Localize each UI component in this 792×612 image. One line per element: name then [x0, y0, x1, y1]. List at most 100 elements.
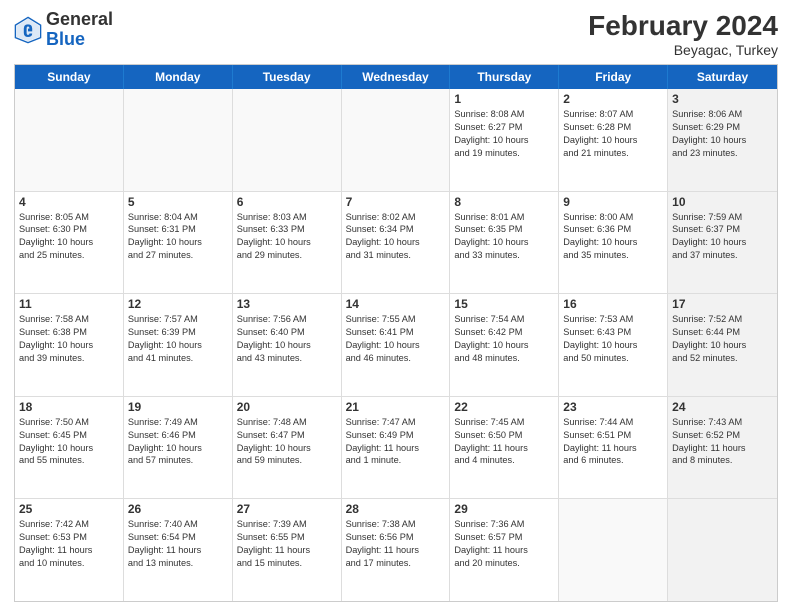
calendar-cell: 18Sunrise: 7:50 AMSunset: 6:45 PMDayligh…	[15, 397, 124, 499]
calendar-header-cell: Tuesday	[233, 65, 342, 89]
day-number: 10	[672, 195, 773, 209]
logo: General Blue	[14, 10, 113, 50]
calendar-cell	[342, 89, 451, 191]
cell-info: Sunrise: 7:59 AMSunset: 6:37 PMDaylight:…	[672, 211, 773, 263]
day-number: 22	[454, 400, 554, 414]
day-number: 20	[237, 400, 337, 414]
day-number: 13	[237, 297, 337, 311]
calendar-cell: 12 Sunrise: 7:57 AMSunset: 6:39 PMDayligh…	[124, 294, 233, 396]
calendar-cell: 26Sunrise: 7:40 AMSunset: 6:54 PMDayligh…	[124, 499, 233, 601]
calendar-header-cell: Saturday	[668, 65, 777, 89]
day-number: 29	[454, 502, 554, 516]
day-number: 9	[563, 195, 663, 209]
calendar-header: SundayMondayTuesdayWednesdayThursdayFrid…	[15, 65, 777, 89]
cell-info: Sunrise: 7:38 AMSunset: 6:56 PMDaylight:…	[346, 518, 446, 570]
calendar-header-cell: Wednesday	[342, 65, 451, 89]
cell-info: Sunrise: 7:45 AMSunset: 6:50 PMDaylight:…	[454, 416, 554, 468]
day-number: 4	[19, 195, 119, 209]
calendar-header-cell: Sunday	[15, 65, 124, 89]
day-number: 14	[346, 297, 446, 311]
logo-text: General Blue	[46, 10, 113, 50]
calendar-cell: 4 Sunrise: 8:05 AMSunset: 6:30 PMDaylight…	[15, 192, 124, 294]
day-number: 11	[19, 297, 119, 311]
calendar-cell: 9 Sunrise: 8:00 AMSunset: 6:36 PMDaylight…	[559, 192, 668, 294]
day-number: 17	[672, 297, 773, 311]
calendar-header-cell: Monday	[124, 65, 233, 89]
calendar-cell: 29 Sunrise: 7:36 AMSunset: 6:57 PMDayligh…	[450, 499, 559, 601]
day-number: 2	[563, 92, 663, 106]
cell-info: Sunrise: 7:43 AMSunset: 6:52 PMDaylight:…	[672, 416, 773, 468]
cell-info: Sunrise: 8:06 AMSunset: 6:29 PMDaylight:…	[672, 108, 773, 160]
page: General Blue February 2024 Beyagac, Turk…	[0, 0, 792, 612]
calendar-cell: 19 Sunrise: 7:49 AMSunset: 6:46 PMDayligh…	[124, 397, 233, 499]
header: General Blue February 2024 Beyagac, Turk…	[14, 10, 778, 58]
cell-info: Sunrise: 8:05 AMSunset: 6:30 PMDaylight:…	[19, 211, 119, 263]
day-number: 18	[19, 400, 119, 414]
calendar-row: 1Sunrise: 8:08 AMSunset: 6:27 PMDaylight…	[15, 89, 777, 192]
day-number: 24	[672, 400, 773, 414]
calendar-cell: 28Sunrise: 7:38 AMSunset: 6:56 PMDayligh…	[342, 499, 451, 601]
cell-info: Sunrise: 7:49 AMSunset: 6:46 PMDaylight:…	[128, 416, 228, 468]
calendar-cell: 21 Sunrise: 7:47 AMSunset: 6:49 PMDayligh…	[342, 397, 451, 499]
cell-info: Sunrise: 7:56 AMSunset: 6:40 PMDaylight:…	[237, 313, 337, 365]
calendar-cell	[668, 499, 777, 601]
cell-info: Sunrise: 7:44 AMSunset: 6:51 PMDaylight:…	[563, 416, 663, 468]
cell-info: Sunrise: 7:39 AMSunset: 6:55 PMDaylight:…	[237, 518, 337, 570]
cell-info: Sunrise: 8:02 AMSunset: 6:34 PMDaylight:…	[346, 211, 446, 263]
calendar-cell: 2 Sunrise: 8:07 AMSunset: 6:28 PMDaylight…	[559, 89, 668, 191]
cell-info: Sunrise: 7:48 AMSunset: 6:47 PMDaylight:…	[237, 416, 337, 468]
calendar-cell: 25 Sunrise: 7:42 AMSunset: 6:53 PMDayligh…	[15, 499, 124, 601]
day-number: 21	[346, 400, 446, 414]
calendar-cell: 14Sunrise: 7:55 AMSunset: 6:41 PMDayligh…	[342, 294, 451, 396]
cell-info: Sunrise: 7:57 AMSunset: 6:39 PMDaylight:…	[128, 313, 228, 365]
day-number: 12	[128, 297, 228, 311]
calendar-body: 1Sunrise: 8:08 AMSunset: 6:27 PMDaylight…	[15, 89, 777, 601]
calendar-row: 11 Sunrise: 7:58 AMSunset: 6:38 PMDayligh…	[15, 294, 777, 397]
location: Beyagac, Turkey	[588, 42, 778, 58]
month-year: February 2024	[588, 10, 778, 42]
cell-info: Sunrise: 8:03 AMSunset: 6:33 PMDaylight:…	[237, 211, 337, 263]
calendar-cell: 13 Sunrise: 7:56 AMSunset: 6:40 PMDayligh…	[233, 294, 342, 396]
day-number: 23	[563, 400, 663, 414]
cell-info: Sunrise: 7:47 AMSunset: 6:49 PMDaylight:…	[346, 416, 446, 468]
cell-info: Sunrise: 7:42 AMSunset: 6:53 PMDaylight:…	[19, 518, 119, 570]
calendar-cell: 3 Sunrise: 8:06 AMSunset: 6:29 PMDaylight…	[668, 89, 777, 191]
calendar-cell: 10 Sunrise: 7:59 AMSunset: 6:37 PMDayligh…	[668, 192, 777, 294]
calendar-cell: 5Sunrise: 8:04 AMSunset: 6:31 PMDaylight…	[124, 192, 233, 294]
calendar-cell: 22 Sunrise: 7:45 AMSunset: 6:50 PMDayligh…	[450, 397, 559, 499]
cell-info: Sunrise: 7:58 AMSunset: 6:38 PMDaylight:…	[19, 313, 119, 365]
calendar-cell: 24 Sunrise: 7:43 AMSunset: 6:52 PMDayligh…	[668, 397, 777, 499]
calendar-header-cell: Thursday	[450, 65, 559, 89]
calendar-row: 25 Sunrise: 7:42 AMSunset: 6:53 PMDayligh…	[15, 499, 777, 601]
calendar-row: 18Sunrise: 7:50 AMSunset: 6:45 PMDayligh…	[15, 397, 777, 500]
day-number: 25	[19, 502, 119, 516]
day-number: 16	[563, 297, 663, 311]
calendar: SundayMondayTuesdayWednesdayThursdayFrid…	[14, 64, 778, 602]
cell-info: Sunrise: 8:07 AMSunset: 6:28 PMDaylight:…	[563, 108, 663, 160]
calendar-cell: 17Sunrise: 7:52 AMSunset: 6:44 PMDayligh…	[668, 294, 777, 396]
logo-general: General	[46, 10, 113, 30]
calendar-cell: 20 Sunrise: 7:48 AMSunset: 6:47 PMDayligh…	[233, 397, 342, 499]
cell-info: Sunrise: 8:00 AMSunset: 6:36 PMDaylight:…	[563, 211, 663, 263]
calendar-cell: 23 Sunrise: 7:44 AMSunset: 6:51 PMDayligh…	[559, 397, 668, 499]
calendar-cell: 16 Sunrise: 7:53 AMSunset: 6:43 PMDayligh…	[559, 294, 668, 396]
cell-info: Sunrise: 7:53 AMSunset: 6:43 PMDaylight:…	[563, 313, 663, 365]
day-number: 15	[454, 297, 554, 311]
day-number: 19	[128, 400, 228, 414]
day-number: 1	[454, 92, 554, 106]
day-number: 7	[346, 195, 446, 209]
day-number: 5	[128, 195, 228, 209]
logo-blue: Blue	[46, 30, 113, 50]
cell-info: Sunrise: 7:36 AMSunset: 6:57 PMDaylight:…	[454, 518, 554, 570]
cell-info: Sunrise: 8:01 AMSunset: 6:35 PMDaylight:…	[454, 211, 554, 263]
calendar-cell	[559, 499, 668, 601]
calendar-cell: 7 Sunrise: 8:02 AMSunset: 6:34 PMDaylight…	[342, 192, 451, 294]
calendar-cell: 8 Sunrise: 8:01 AMSunset: 6:35 PMDaylight…	[450, 192, 559, 294]
calendar-cell: 1Sunrise: 8:08 AMSunset: 6:27 PMDaylight…	[450, 89, 559, 191]
calendar-cell	[15, 89, 124, 191]
calendar-header-cell: Friday	[559, 65, 668, 89]
logo-icon	[14, 16, 42, 44]
day-number: 8	[454, 195, 554, 209]
day-number: 3	[672, 92, 773, 106]
day-number: 27	[237, 502, 337, 516]
